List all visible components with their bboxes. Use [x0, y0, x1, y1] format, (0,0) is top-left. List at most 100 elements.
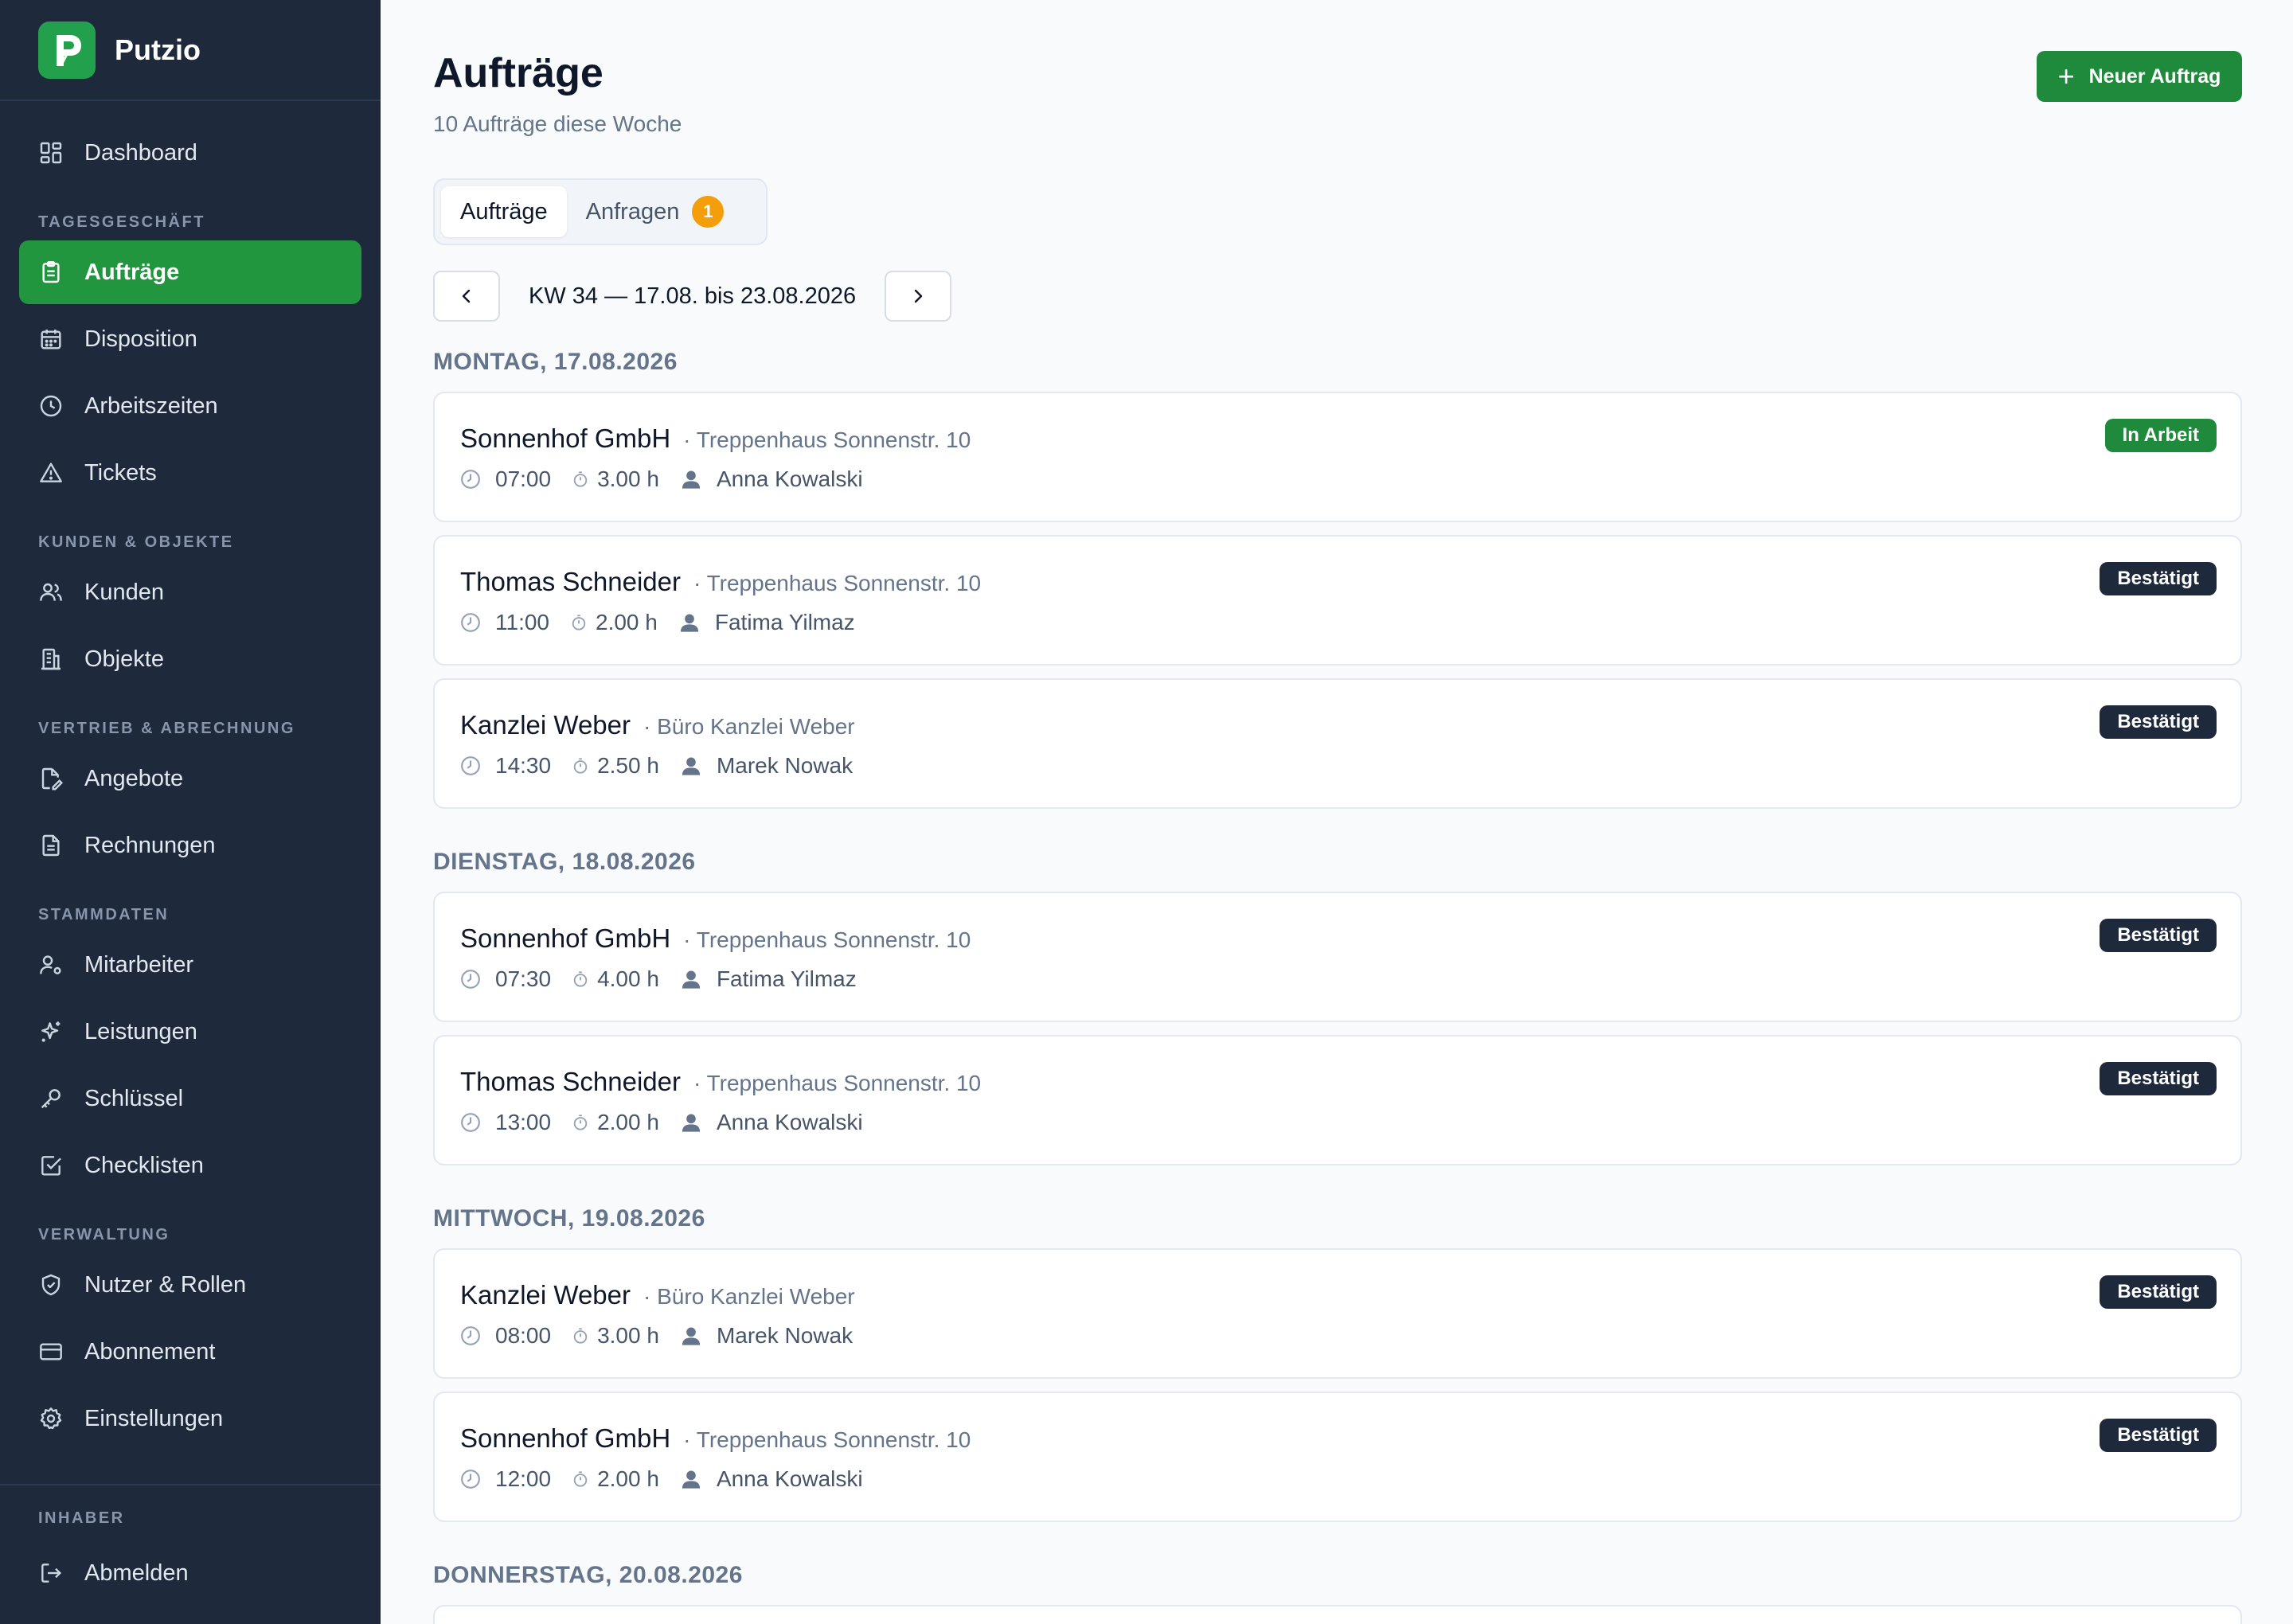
- tab-label: Anfragen: [585, 198, 680, 224]
- sidebar-item-tickets[interactable]: Tickets: [19, 441, 361, 505]
- customer-name: Sonnenhof GmbH: [460, 1423, 671, 1453]
- chevron-left-icon: [462, 289, 471, 303]
- sidebar-divider: [0, 1484, 381, 1485]
- clock-icon: [460, 612, 481, 633]
- employee-name: Anna Kowalski: [716, 1110, 863, 1134]
- sidebar-item-angebote[interactable]: Angebote: [19, 747, 361, 810]
- sidebar-item-leistungen[interactable]: Leistungen: [19, 1000, 361, 1064]
- duration: 2.00 h: [597, 1110, 659, 1134]
- count-badge: 1: [692, 196, 725, 228]
- sidebar-item-arbeitszeiten[interactable]: Arbeitszeiten: [19, 374, 361, 438]
- start-time: 08:00: [495, 1323, 552, 1348]
- sidebar-item-label: Schlüssel: [84, 1085, 184, 1111]
- order-card[interactable]: Kanzlei Weber · Büro Kanzlei Weber 08:00…: [433, 1248, 2242, 1379]
- sidebar-item-label: Nutzer & Rollen: [84, 1271, 247, 1298]
- clock-icon: [460, 755, 481, 776]
- sidebar-item-label: Abonnement: [84, 1338, 216, 1364]
- sidebar-item-einstellungen[interactable]: Einstellungen: [19, 1387, 361, 1450]
- clock-icon: [38, 393, 64, 419]
- order-card[interactable]: Sonnenhof GmbH · Treppenhaus Sonnenstr. …: [433, 392, 2242, 522]
- new-order-button[interactable]: + Neuer Auftrag: [2037, 51, 2242, 102]
- duration: 2.00 h: [597, 1466, 659, 1491]
- sidebar-item-checklisten[interactable]: Checklisten: [19, 1134, 361, 1197]
- order-title: Sonnenhof GmbH · Treppenhaus Sonnenstr. …: [460, 923, 971, 954]
- order-card[interactable]: [433, 1605, 2242, 1624]
- sidebar-item-auftraege[interactable]: Aufträge: [19, 240, 361, 304]
- person-icon: [678, 611, 701, 634]
- page-title: Aufträge: [433, 50, 604, 96]
- tab-bar: Aufträge Anfragen 1: [433, 178, 768, 245]
- sidebar-item-disposition[interactable]: Disposition: [19, 307, 361, 371]
- document-icon: [38, 833, 64, 858]
- status-badge: Bestätigt: [2100, 1419, 2217, 1452]
- stopwatch-icon: [572, 1470, 589, 1488]
- clipboard-icon: [38, 260, 64, 285]
- order-title: Thomas Schneider · Treppenhaus Sonnenstr…: [460, 1067, 981, 1097]
- order-meta: 13:00 2.00 h Anna Kowalski: [460, 1110, 863, 1135]
- sidebar-item-nutzer-rollen[interactable]: Nutzer & Rollen: [19, 1253, 361, 1317]
- week-navigation: KW 34 — 17.08. bis 23.08.2026: [433, 271, 952, 322]
- order-card[interactable]: Thomas Schneider · Treppenhaus Sonnenstr…: [433, 1035, 2242, 1165]
- section-label-tagesgeschaeft: TAGESGESCHÄFT: [38, 213, 205, 231]
- sidebar-item-dashboard[interactable]: Dashboard: [19, 121, 361, 185]
- shield-icon: [38, 1272, 64, 1298]
- brand[interactable]: Putzio: [0, 0, 381, 101]
- sidebar-item-abmelden[interactable]: Abmelden: [19, 1541, 361, 1605]
- order-meta: 14:30 2.50 h Marek Nowak: [460, 753, 853, 779]
- employee-name: Anna Kowalski: [716, 1466, 863, 1491]
- status-badge: Bestätigt: [2100, 705, 2217, 739]
- clock-icon: [460, 1469, 481, 1489]
- sidebar-item-mitarbeiter[interactable]: Mitarbeiter: [19, 933, 361, 997]
- sparkle-icon: [38, 1019, 64, 1044]
- gear-icon: [38, 1406, 64, 1431]
- sidebar-item-objekte[interactable]: Objekte: [19, 627, 361, 691]
- tab-auftraege[interactable]: Aufträge: [441, 186, 567, 237]
- sidebar-item-rechnungen[interactable]: Rechnungen: [19, 814, 361, 877]
- sidebar-item-label: Kunden: [84, 579, 164, 605]
- logout-icon: [38, 1560, 64, 1586]
- sidebar-item-label: Checklisten: [84, 1152, 204, 1178]
- previous-week-button[interactable]: [433, 271, 500, 322]
- sidebar-item-label: Leistungen: [84, 1018, 197, 1044]
- sidebar-item-label: Angebote: [84, 765, 184, 791]
- order-card[interactable]: Sonnenhof GmbH · Treppenhaus Sonnenstr. …: [433, 892, 2242, 1022]
- duration: 4.00 h: [597, 966, 659, 991]
- order-card[interactable]: Sonnenhof GmbH · Treppenhaus Sonnenstr. …: [433, 1392, 2242, 1522]
- stopwatch-icon: [572, 970, 589, 988]
- day-heading: DONNERSTAG, 20.08.2026: [433, 1562, 743, 1588]
- person-icon: [680, 1111, 702, 1134]
- section-label-kunden-objekte: KUNDEN & OBJEKTE: [38, 533, 234, 551]
- status-badge: Bestätigt: [2100, 1275, 2217, 1309]
- sidebar-item-label: Abmelden: [84, 1560, 189, 1586]
- sidebar-item-kunden[interactable]: Kunden: [19, 560, 361, 624]
- order-title: Kanzlei Weber · Büro Kanzlei Weber: [460, 710, 855, 740]
- sidebar-item-label: Mitarbeiter: [84, 951, 193, 978]
- clock-icon: [460, 1325, 481, 1346]
- day-heading: MITTWOCH, 19.08.2026: [433, 1205, 705, 1232]
- sidebar-item-label: Dashboard: [84, 139, 197, 166]
- sidebar-item-label: Tickets: [84, 459, 157, 486]
- duration: 2.00 h: [596, 610, 658, 634]
- building-icon: [38, 646, 64, 672]
- stopwatch-icon: [572, 757, 589, 775]
- sidebar-item-label: Einstellungen: [84, 1405, 224, 1431]
- order-card[interactable]: Thomas Schneider · Treppenhaus Sonnenstr…: [433, 535, 2242, 666]
- user-cog-icon: [38, 952, 64, 978]
- tab-anfragen[interactable]: Anfragen 1: [567, 186, 744, 237]
- order-meta: 08:00 3.00 h Marek Nowak: [460, 1323, 853, 1349]
- plus-icon: +: [2057, 60, 2075, 92]
- start-time: 07:00: [495, 467, 552, 491]
- next-week-button[interactable]: [885, 271, 952, 322]
- stopwatch-icon: [570, 614, 588, 631]
- order-card[interactable]: Kanzlei Weber · Büro Kanzlei Weber 14:30…: [433, 678, 2242, 809]
- person-icon: [680, 968, 702, 990]
- customer-name: Kanzlei Weber: [460, 1280, 631, 1310]
- status-badge: Bestätigt: [2100, 919, 2217, 952]
- person-icon: [680, 1468, 702, 1490]
- users-icon: [38, 580, 64, 605]
- sidebar-item-schluessel[interactable]: Schlüssel: [19, 1067, 361, 1130]
- object-name: · Büro Kanzlei Weber: [643, 1284, 855, 1309]
- sidebar-item-label: Aufträge: [84, 259, 180, 285]
- sidebar-item-abonnement[interactable]: Abonnement: [19, 1320, 361, 1384]
- page-subtitle: 10 Aufträge diese Woche: [433, 111, 682, 136]
